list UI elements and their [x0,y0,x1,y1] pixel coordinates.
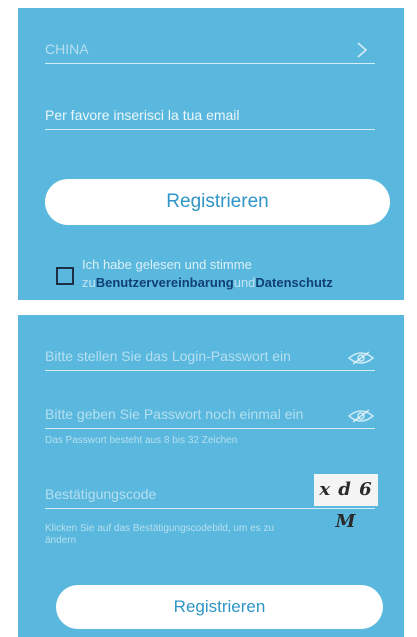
email-field[interactable]: Per favore inserisci la tua email [45,100,375,130]
terms-link[interactable]: Benutzervereinbarung [96,275,234,290]
password-placeholder: Bitte stellen Sie das Login-Passwort ein [45,348,291,364]
privacy-link[interactable]: Datenschutz [255,275,332,290]
agreement-links-line: zuBenutzervereinbarungundDatenschutz [82,275,333,290]
eye-off-icon[interactable] [347,408,375,424]
country-value: CHINA [45,41,89,57]
password-confirm-placeholder: Bitte geben Sie Passwort noch einmal ein [45,406,304,422]
email-placeholder: Per favore inserisci la tua email [45,107,240,123]
register-button[interactable]: Registrieren [56,585,383,629]
captcha-image[interactable]: x d 6 M [314,474,378,532]
agreement-prefix: zu [82,275,96,290]
password-panel: Bitte stellen Sie das Login-Passwort ein… [18,315,404,637]
signup-panel: CHINA Per favore inserisci la tua email … [18,8,404,300]
captcha-placeholder: Bestätigungscode [45,486,157,502]
password-field[interactable]: Bitte stellen Sie das Login-Passwort ein [45,343,375,371]
chevron-right-icon [357,42,368,58]
register-button[interactable]: Registrieren [45,179,390,225]
password-hint: Das Passwort besteht aus 8 bis 32 Zeiche… [45,435,238,446]
eye-off-icon[interactable] [347,350,375,366]
country-selector[interactable]: CHINA [45,36,375,64]
password-confirm-field[interactable]: Bitte geben Sie Passwort noch einmal ein [45,401,375,429]
captcha-hint: Klicken Sie auf das Bestätigungscodebild… [45,523,275,546]
agreement-checkbox[interactable] [56,267,74,285]
agreement-connector: und [233,275,256,290]
agreement-text: Ich habe gelesen und stimme [82,257,252,272]
